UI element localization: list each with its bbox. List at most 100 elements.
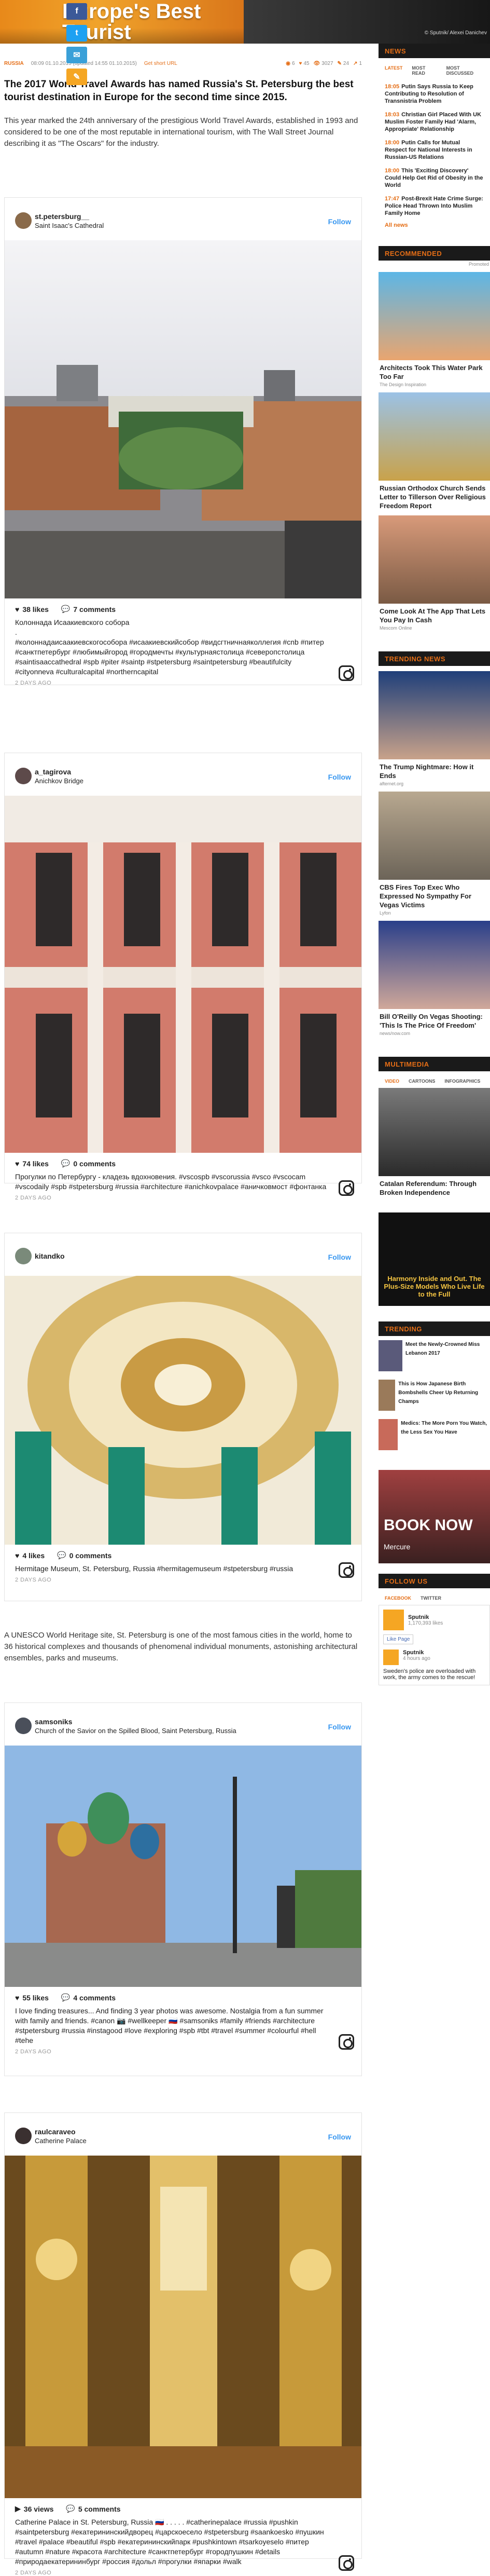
fb-like-button[interactable]: Like Page [383,1634,414,1644]
avatar[interactable] [15,212,32,229]
follow-button[interactable]: Follow [328,1253,351,1261]
likes-count[interactable]: ♥ 4 likes [15,1551,45,1560]
news-item[interactable]: 18:03 Christian Girl Placed With UK Musli… [379,108,490,136]
multimedia-image[interactable] [379,1088,490,1176]
likes-count[interactable]: ♥ 38 likes [15,605,49,614]
book-now-ad[interactable]: BOOK NOW Mercure [379,1470,490,1563]
news-heading: NEWS [379,44,490,58]
trending-image[interactable] [379,921,490,1009]
hero-caption: © Sputnik/ Alexei Danichev [424,30,487,36]
follow-button[interactable]: Follow [328,217,351,226]
post-location[interactable]: Saint Isaac's Cathedral [35,222,104,229]
instagram-logo-icon[interactable] [339,665,354,681]
comments-count[interactable]: 💬 0 comments [57,1551,111,1560]
tab-infographics[interactable]: INFOGRAPHICS [444,1079,480,1084]
post-location[interactable]: Church of the Savior on the Spilled Bloo… [35,1727,236,1735]
trending-image[interactable] [379,792,490,880]
tab-twitter[interactable]: TWITTER [421,1596,441,1601]
follow-button[interactable]: Follow [328,1723,351,1731]
trending-image[interactable] [379,671,490,759]
post-location[interactable]: Anichkov Bridge [35,777,83,785]
follow-button[interactable]: Follow [328,773,351,781]
follow-us-heading: FOLLOW US [379,1574,490,1588]
likes-count[interactable]: ♥ 55 likes [15,1993,49,2002]
trending-item[interactable]: Medics: The More Porn You Watch, the Les… [379,1415,490,1454]
cathedral-view-photo [5,240,361,598]
fb-post-time: 4 hours ago [403,1656,430,1661]
news-item[interactable]: 18:05 Putin Says Russia to Keep Contribut… [379,80,490,108]
comment-share-button[interactable]: ✎ [66,69,87,85]
instagram-logo-icon[interactable] [339,2034,354,2050]
promoted-label: Promoted [468,262,489,267]
news-item[interactable]: 17:47 Post-Brexit Hate Crime Surge: Polic… [379,192,490,220]
post-date: 2 DAYS AGO [15,2570,52,2576]
tab-most-read[interactable]: MOST READ [412,65,437,76]
news-item[interactable]: 18:00 Putin Calls for Mutual Respect for … [379,136,490,164]
post-username[interactable]: kitandko [35,1252,65,1260]
category-tag[interactable]: RUSSIA [4,61,24,66]
post-username[interactable]: raulcaraveo [35,2128,76,2136]
recommended-title[interactable]: Russian Orthodox Church Sends Letter to … [379,481,490,510]
short-url-link[interactable]: Get short URL [144,61,177,66]
ad-banner[interactable]: Harmony Inside and Out. The Plus-Size Mo… [379,1212,490,1306]
follow-button[interactable]: Follow [328,2133,351,2141]
multimedia-title[interactable]: Catalan Referendum: Through Broken Indep… [379,1176,490,1197]
email-share-button[interactable]: ✉ [66,47,87,63]
post-photo[interactable] [5,1746,361,1987]
trending-title[interactable]: Bill O'Reilly On Vegas Shooting: 'This I… [379,1009,490,1030]
recommended-image[interactable] [379,392,490,481]
recommended-title[interactable]: Come Look At The App That Lets You Pay I… [379,604,490,624]
recommended-heading: RECOMMENDED [379,246,490,261]
fb-post-author[interactable]: Sputnik [403,1650,430,1656]
post-username[interactable]: samsoniks [35,1718,72,1726]
fb-likes: 1,170,393 likes [408,1620,443,1626]
post-footer: ♥ 38 likes 💬 7 comments Колоннада Исаакиев… [5,598,361,686]
fb-page-name[interactable]: Sputnik [408,1614,443,1620]
twitter-share-button[interactable]: t [66,25,87,42]
post-photo[interactable] [5,796,361,1153]
post-header: a_tagirova Anichkov Bridge Follow [5,753,361,796]
comments-count[interactable]: 💬 4 comments [61,1993,116,2002]
post-caption: I love finding treasures... And finding … [15,2007,324,2045]
trending-title[interactable]: The Trump Nightmare: How it Ends [379,759,490,780]
tab-most-discussed[interactable]: MOST DISCUSSED [446,65,484,76]
facebook-share-button[interactable]: f [66,3,87,20]
trending-item[interactable]: This is How Japanese Birth Bombshells Ch… [379,1375,490,1415]
avatar[interactable] [15,1248,32,1264]
multimedia-heading: MULTIMEDIA [379,1057,490,1071]
likes-count[interactable]: ♥ 74 likes [15,1159,49,1168]
avatar[interactable] [15,2128,32,2144]
avatar[interactable] [15,768,32,784]
palace-facade-photo [5,796,361,1153]
news-item[interactable]: 18:00 This 'Exciting Discovery' Could Hel… [379,164,490,192]
tab-video[interactable]: VIDEO [385,1079,399,1084]
recommended-image[interactable] [379,272,490,360]
comments-count[interactable]: 💬 5 comments [66,2504,120,2513]
trending-title[interactable]: CBS Fires Top Exec Who Expressed No Symp… [379,880,490,909]
post-photo[interactable] [5,240,361,598]
tab-facebook[interactable]: FACEBOOK [385,1596,411,1601]
post-photo[interactable] [5,1276,361,1545]
trending-item[interactable]: Meet the Newly-Crowned Miss Lebanon 2017 [379,1336,490,1375]
tab-cartoons[interactable]: CARTOONS [409,1079,435,1084]
post-photo[interactable] [5,2156,361,2498]
stat-reads: 👁 3027 [313,60,333,66]
tab-latest[interactable]: LATEST [385,65,402,76]
instagram-logo-icon[interactable] [339,1562,354,1578]
recommended-title[interactable]: Architects Took This Water Park Too Far [379,360,490,381]
recommended-source: Mescom Online [380,625,412,631]
avatar[interactable] [15,1718,32,1734]
recommended-image[interactable] [379,515,490,604]
post-location[interactable]: Catherine Palace [35,2137,87,2145]
post-username[interactable]: st.petersburg__ [35,212,89,221]
comments-count[interactable]: 💬 0 comments [61,1159,116,1168]
instagram-logo-icon[interactable] [339,1180,354,1196]
views-count[interactable]: ▶ 36 views [15,2504,53,2513]
trending-heading: TRENDING [379,1321,490,1336]
instagram-logo-icon[interactable] [339,2555,354,2571]
all-news-link[interactable]: All news [379,220,490,230]
post-header: samsoniks Church of the Savior on the Sp… [5,1703,361,1746]
comments-count[interactable]: 💬 7 comments [61,605,116,614]
post-header: raulcaraveo Catherine Palace Follow [5,2113,361,2156]
post-username[interactable]: a_tagirova [35,768,71,776]
